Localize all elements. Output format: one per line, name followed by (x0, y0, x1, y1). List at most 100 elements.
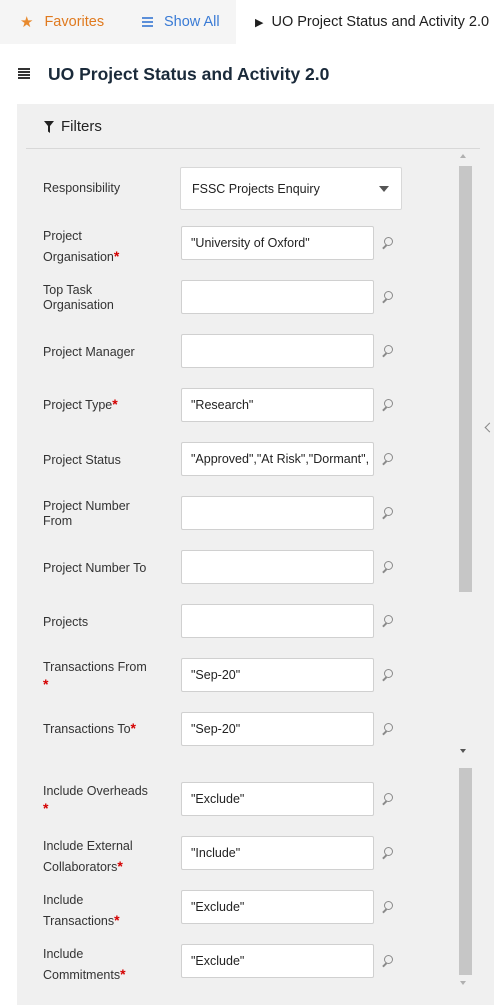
filter-label: Include Transactions* (43, 890, 123, 931)
filter-label: Project Status (43, 453, 121, 467)
responsibility-select[interactable]: FSSC Projects Enquiry (180, 167, 402, 210)
include-transactions-field[interactable]: "Exclude" (181, 890, 374, 924)
tab-show-all[interactable]: Show All (122, 0, 236, 44)
filter-label-text: Transactions To (43, 722, 131, 736)
filter-row: Transactions From * "Sep-20" (17, 657, 457, 693)
tab-active-label: UO Project Status and Activity 2.0 (271, 14, 490, 30)
filter-row: Transactions To* "Sep-20" (17, 711, 457, 747)
report-icon (18, 68, 30, 80)
filter-label: Project Number To (43, 561, 147, 575)
required-marker: * (43, 676, 49, 692)
tab-active-report[interactable]: ▶ UO Project Status and Activity 2.0 (236, 0, 494, 44)
scroll-down-arrow[interactable] (460, 749, 466, 753)
filter-label: Transactions To* (43, 721, 161, 737)
project-type-field[interactable]: "Research" (181, 388, 374, 422)
divider (26, 148, 480, 149)
filters-heading: Filters (61, 118, 102, 135)
include-commitments-field[interactable]: "Exclude" (181, 944, 374, 978)
required-marker: * (112, 396, 118, 412)
search-icon[interactable] (381, 614, 395, 628)
filter-row: Include External Collaborators* "Include… (17, 835, 457, 874)
filter-label-text: Project Type (43, 398, 113, 412)
project-manager-field[interactable] (181, 334, 374, 368)
page-header: UO Project Status and Activity 2.0 (0, 44, 494, 104)
filter-row: Project Organisation* "University of Oxf… (17, 225, 457, 264)
search-icon[interactable] (381, 236, 395, 250)
page-title: UO Project Status and Activity 2.0 (48, 63, 330, 84)
scroll-down-arrow[interactable] (460, 981, 466, 985)
required-marker: * (43, 800, 49, 816)
filter-row: Include Transactions* "Exclude" (17, 889, 457, 928)
include-external-collaborators-field[interactable]: "Include" (181, 836, 374, 870)
transactions-to-field[interactable]: "Sep-20" (181, 712, 374, 746)
filters-panel: Filters Responsibility FSSC Projects Enq… (17, 104, 494, 1005)
filter-row: Project Status "Approved","At Risk","Dor… (17, 441, 457, 477)
filter-row: Include Commitments* "Exclude" (17, 943, 457, 982)
project-number-to-field[interactable] (181, 550, 374, 584)
filter-label: Include External Collaborators* (43, 836, 147, 877)
projects-field[interactable] (181, 604, 374, 638)
filter-row: Projects (17, 603, 457, 639)
search-icon[interactable] (381, 290, 395, 304)
tab-show-all-label: Show All (164, 14, 220, 30)
filter-label: Project Organisation* (43, 226, 161, 267)
filter-icon (44, 120, 54, 133)
filter-row: Project Manager (17, 333, 457, 369)
responsibility-value: FSSC Projects Enquiry (192, 181, 320, 196)
search-icon[interactable] (381, 452, 395, 466)
scrollbar-thumb[interactable] (459, 768, 472, 975)
filter-label: Include Commitments* (43, 944, 127, 985)
filter-label: Project Number From (43, 499, 130, 528)
search-icon[interactable] (381, 398, 395, 412)
search-icon[interactable] (381, 560, 395, 574)
chevron-down-icon (379, 186, 389, 192)
scrollbar-thumb[interactable] (459, 166, 472, 592)
top-task-organisation-field[interactable] (181, 280, 374, 314)
search-icon[interactable] (381, 954, 395, 968)
filter-label: Project Type* (43, 397, 161, 413)
project-number-from-field[interactable] (181, 496, 374, 530)
tab-bar: ★ Favorites Show All ▶ UO Project Status… (0, 0, 494, 44)
play-icon: ▶ (255, 16, 264, 29)
include-overheads-field[interactable]: "Exclude" (181, 782, 374, 816)
responsibility-label: Responsibility (43, 181, 121, 195)
search-icon[interactable] (381, 722, 395, 736)
filter-label-text: Transactions From (43, 660, 147, 674)
filter-label: Project Manager (43, 345, 135, 359)
filter-row: Top Task Organisation (17, 279, 457, 315)
search-icon[interactable] (381, 846, 395, 860)
project-status-field[interactable]: "Approved","At Risk","Dormant", (181, 442, 374, 476)
filter-row: Project Number From (17, 495, 457, 531)
required-marker: * (117, 858, 123, 874)
tab-favorites[interactable]: ★ Favorites (0, 0, 122, 44)
search-icon[interactable] (381, 900, 395, 914)
responsibility-row: Responsibility FSSC Projects Enquiry (17, 167, 457, 210)
search-icon[interactable] (381, 792, 395, 806)
filter-row: Project Type* "Research" (17, 387, 457, 423)
project-organisation-field[interactable]: "University of Oxford" (181, 226, 374, 260)
filters-header[interactable]: Filters (17, 104, 494, 149)
search-icon[interactable] (381, 344, 395, 358)
search-icon[interactable] (381, 668, 395, 682)
filter-label: Projects (43, 615, 89, 629)
filter-row: Project Number To (17, 549, 457, 585)
scroll-up-arrow[interactable] (460, 154, 466, 158)
filter-label: Include Overheads * (43, 783, 161, 818)
filter-row: Include Overheads * "Exclude" (17, 781, 457, 817)
required-marker: * (114, 912, 120, 928)
tab-favorites-label: Favorites (44, 14, 105, 30)
filter-label-text: Include Transactions (43, 893, 115, 928)
required-marker: * (113, 248, 120, 264)
transactions-from-field[interactable]: "Sep-20" (181, 658, 374, 692)
list-icon (142, 17, 153, 27)
search-icon[interactable] (381, 506, 395, 520)
required-marker: * (120, 966, 126, 982)
filter-label-text: Include Overheads (43, 784, 148, 798)
filter-label: Top Task Organisation (43, 283, 114, 312)
star-icon: ★ (20, 14, 34, 31)
filter-label-text: Include Commitments (43, 947, 121, 982)
chevron-left-icon[interactable] (483, 421, 494, 435)
filter-label: Transactions From * (43, 659, 161, 694)
filter-label-text: Project Organisation (43, 229, 114, 264)
required-marker: * (130, 720, 136, 736)
